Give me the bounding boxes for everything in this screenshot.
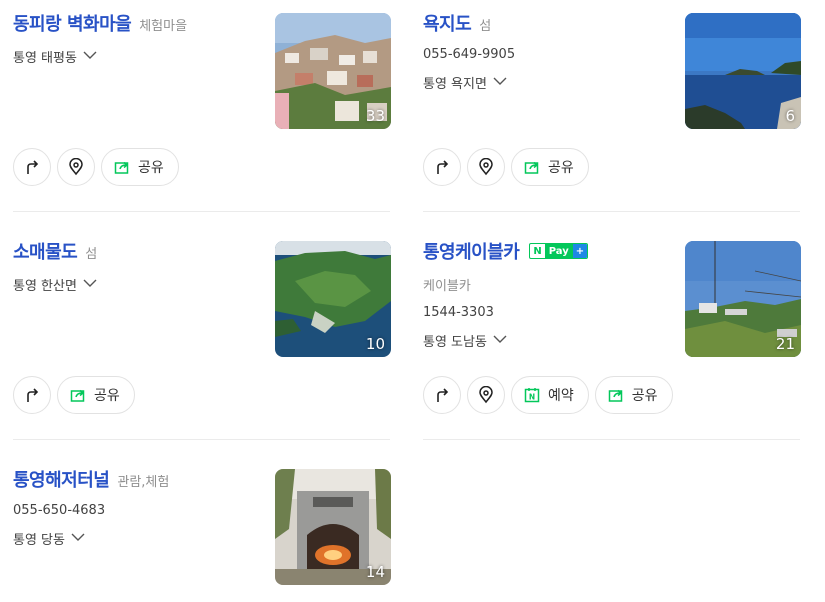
chevron-down-icon[interactable] — [71, 531, 85, 546]
map-pin-icon — [479, 386, 493, 404]
divider — [13, 211, 390, 212]
share-button[interactable]: 공유 — [594, 376, 673, 414]
map-pin-icon — [479, 158, 493, 176]
place-category: 관람,체험 — [117, 475, 170, 490]
directions-button[interactable] — [13, 148, 51, 186]
action-bar: 공유 — [13, 148, 179, 186]
chevron-down-icon[interactable] — [493, 75, 507, 90]
share-button[interactable]: 공유 — [101, 148, 179, 186]
directions-button[interactable] — [13, 376, 51, 414]
action-bar: N 예약 공유 — [423, 376, 673, 414]
phone-text: 1544-3303 — [423, 305, 494, 320]
directions-icon — [27, 160, 39, 174]
photo-count: 10 — [365, 335, 385, 353]
save-place-button[interactable] — [467, 376, 505, 414]
npay-n-letter: N — [533, 245, 542, 257]
place-thumbnail[interactable]: 10 — [275, 241, 391, 357]
directions-button[interactable] — [423, 148, 461, 186]
share-icon — [608, 389, 623, 402]
npay-plus: + — [572, 244, 588, 258]
place-title[interactable]: 동피랑 벽화마을 — [13, 10, 132, 36]
island-photo — [685, 13, 801, 129]
action-bar: 공유 — [423, 148, 589, 186]
place-category: 체험마을 — [139, 19, 188, 34]
address-text: 통영 도남동 — [423, 335, 487, 350]
chevron-down-icon[interactable] — [83, 277, 97, 292]
reserve-icon-letter: N — [529, 393, 535, 402]
address-text: 통영 욕지면 — [423, 77, 487, 92]
phone-text: 055-650-4683 — [13, 503, 106, 518]
npay-pay-label: Pay — [544, 244, 573, 258]
share-icon — [524, 161, 539, 174]
share-icon — [114, 161, 129, 174]
place-thumbnail[interactable]: 14 — [275, 469, 391, 585]
chevron-down-icon[interactable] — [493, 333, 507, 348]
phone-text: 055-649-9905 — [423, 47, 516, 62]
map-pin-icon — [69, 158, 83, 176]
share-label: 공유 — [138, 160, 164, 176]
place-title[interactable]: 소매물도 — [13, 238, 78, 264]
photo-count: 33 — [365, 107, 385, 125]
place-category: 섬 — [85, 247, 98, 262]
photo-count: 6 — [785, 107, 795, 125]
place-thumbnail[interactable]: 6 — [685, 13, 801, 129]
divider — [13, 439, 390, 440]
share-label: 공유 — [94, 388, 120, 404]
npay-badge: N Pay + — [529, 243, 589, 259]
directions-icon — [437, 388, 449, 402]
divider — [423, 439, 800, 440]
chevron-down-icon[interactable] — [83, 49, 97, 64]
share-icon — [70, 389, 85, 402]
directions-icon — [27, 388, 39, 402]
save-place-button[interactable] — [467, 148, 505, 186]
place-title[interactable]: 통영케이블카 — [423, 238, 520, 264]
naver-reserve-icon: N — [524, 388, 540, 403]
directions-icon — [437, 160, 449, 174]
address-text: 통영 한산면 — [13, 279, 77, 294]
address-text: 통영 태평동 — [13, 51, 77, 66]
share-button[interactable]: 공유 — [511, 148, 589, 186]
photo-count: 14 — [365, 563, 385, 581]
place-title[interactable]: 통영해저터널 — [13, 466, 110, 492]
directions-button[interactable] — [423, 376, 461, 414]
share-label: 공유 — [631, 388, 658, 404]
divider — [423, 211, 800, 212]
place-thumbnail[interactable]: 33 — [275, 13, 391, 129]
save-place-button[interactable] — [57, 148, 95, 186]
place-category: 섬 — [479, 19, 492, 34]
share-button[interactable]: 공유 — [57, 376, 135, 414]
share-label: 공유 — [548, 160, 574, 176]
place-title[interactable]: 욕지도 — [423, 10, 472, 36]
reserve-label: 예약 — [548, 388, 574, 404]
action-bar: 공유 — [13, 376, 135, 414]
address-text: 통영 당동 — [13, 533, 65, 548]
category-text: 케이블카 — [423, 279, 471, 294]
photo-count: 21 — [775, 335, 795, 353]
reserve-button[interactable]: N 예약 — [511, 376, 589, 414]
place-thumbnail[interactable]: 21 — [685, 241, 801, 357]
